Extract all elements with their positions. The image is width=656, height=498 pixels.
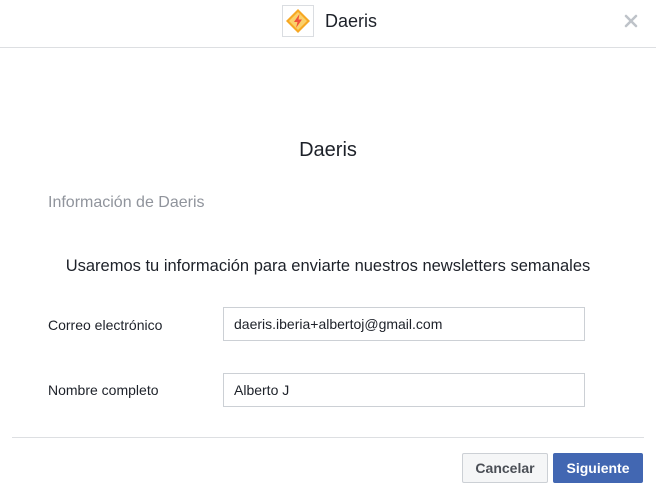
dialog-header: Daeris bbox=[0, 0, 656, 48]
lightning-bolt-icon bbox=[282, 5, 314, 37]
email-field[interactable] bbox=[223, 307, 585, 341]
close-icon[interactable] bbox=[621, 11, 641, 31]
dialog: Daeris Daeris Información de Daeris Usar… bbox=[0, 0, 656, 498]
footer-divider bbox=[12, 437, 644, 438]
header-title: Daeris bbox=[325, 11, 378, 31]
next-button[interactable]: Siguiente bbox=[553, 453, 643, 483]
cancel-button[interactable]: Cancelar bbox=[462, 453, 548, 483]
email-label: Correo electrónico bbox=[48, 317, 163, 333]
section-title: Información de Daeris bbox=[48, 194, 205, 211]
full-name-field[interactable] bbox=[223, 373, 585, 407]
app-name: Daeris bbox=[299, 139, 357, 161]
description-text: Usaremos tu información para enviarte nu… bbox=[65, 257, 591, 275]
full-name-label: Nombre completo bbox=[48, 382, 159, 398]
